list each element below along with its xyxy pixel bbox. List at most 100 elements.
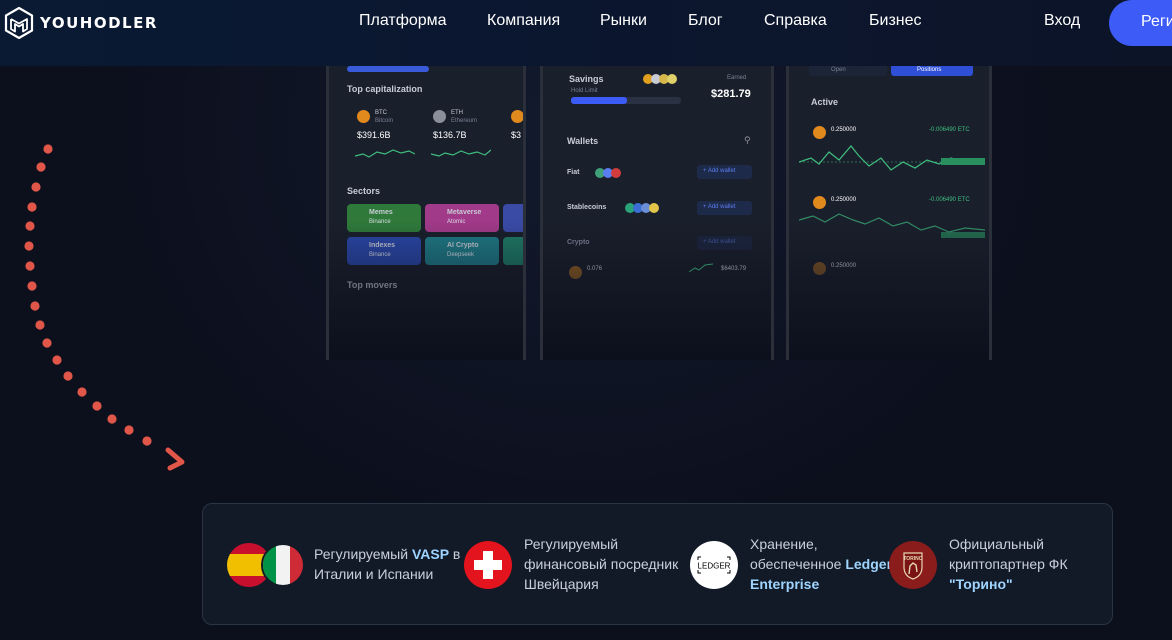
badge-ledger-text: Хранение, обеспеченное Ledger Enterprise (750, 534, 892, 594)
trade-amount: 0.250000 (831, 127, 857, 133)
btc-coin-icon (357, 110, 370, 123)
eth-sub: Ethereum (451, 118, 478, 124)
trade-change: -0.006490 ETC (929, 197, 970, 203)
nav-item-blog[interactable]: Блог (688, 12, 723, 30)
badge-text-line: Италии и Испании (314, 566, 434, 582)
badge-text-line: финансовый посредник (524, 556, 679, 572)
sector-metaverse[interactable]: Metaverse Atomic (425, 204, 499, 232)
badge-text-line: криптопартнер ФК (949, 556, 1068, 572)
hold-limit-label: Hold Limit (571, 88, 598, 94)
sector-name: AI Crypto (447, 242, 479, 249)
badge-text-line: Регулируемый (524, 536, 619, 552)
trade-amount: 0.250000 (831, 263, 857, 269)
sector-indexes[interactable]: Indexes Binance (347, 237, 421, 265)
nav-item-company[interactable]: Компания (487, 12, 560, 30)
badge-swiss-text: Регулируемый финансовый посредник Швейца… (524, 534, 678, 594)
coin-icon (611, 168, 621, 178)
crypto-amount: 0.076 (587, 266, 603, 272)
add-stablecoin-wallet-button[interactable]: + Add wallet (697, 201, 752, 215)
add-crypto-wallet-button[interactable]: + Add wallet (697, 236, 752, 250)
sector-sub: Binance (369, 252, 391, 258)
torino-fc-logo-icon: TORINO (889, 541, 937, 589)
badge-text-line: Швейцария (524, 576, 599, 592)
phone-mockup-wallets: Savings Earned Hold Limit $281.79 Wallet… (540, 40, 774, 360)
nav-item-markets[interactable]: Рынки (600, 12, 647, 30)
sector-name: Memes (369, 209, 393, 216)
savings-value: $281.79 (711, 88, 751, 100)
eth-sparkline (431, 149, 491, 157)
sector-partial[interactable] (503, 204, 523, 232)
phone-mockup-markets: Top capitalization BTC Bitcoin $391.6B E… (326, 40, 526, 360)
btc-coin-icon (813, 126, 826, 139)
swiss-cross-icon (464, 541, 512, 589)
crypto-label: Crypto (567, 239, 590, 246)
page: YOUHODLER Платформа Компания Рынки Блог … (0, 0, 1172, 640)
trade-change: -0.006490 ETC (929, 127, 970, 133)
nav-item-platform[interactable]: Платформа (359, 12, 447, 30)
badge-ledger: LEDGER Хранение, обеспеченное Ledger Ent… (690, 534, 892, 596)
badge-highlight: VASP (411, 546, 450, 562)
btc-cap-value: $391.6B (357, 130, 391, 140)
top-navbar: YOUHODLER Платформа Компания Рынки Блог … (0, 0, 1172, 66)
add-fiat-wallet-button[interactable]: + Add wallet (697, 165, 752, 179)
sector-name: Indexes (369, 242, 396, 249)
earned-label: Earned (727, 75, 747, 81)
nav-item-business[interactable]: Бизнес (869, 12, 922, 30)
brand-logo[interactable]: YOUHODLER (4, 7, 158, 39)
register-button[interactable]: Регистрация (1109, 0, 1172, 46)
trust-badges-panel: Регулируемый VASP в Италии и Испании Рег… (202, 503, 1113, 625)
eth-cap-value: $136.7B (433, 130, 467, 140)
badge-text-line: Хранение, (750, 536, 818, 552)
active-heading: Active (811, 97, 839, 107)
login-link[interactable]: Вход (1044, 12, 1080, 30)
sector-sub: Binance (369, 219, 391, 225)
stablecoins-label: Stablecoins (567, 204, 607, 211)
wallets-heading: Wallets (567, 136, 599, 146)
italy-flag-icon (261, 543, 305, 587)
badge-swiss: Регулируемый финансовый посредник Швейца… (464, 534, 684, 596)
sectors-heading: Sectors (347, 186, 381, 196)
btc-coin-icon (569, 266, 582, 279)
coin-icon (511, 110, 523, 123)
sector-sub: Deepseek (447, 252, 475, 258)
btc-ticker: BTC (375, 110, 387, 116)
badge-highlight: Ledger (845, 556, 893, 572)
badge-highlight: Enterprise (750, 576, 820, 592)
active-tab-indicator (347, 66, 429, 72)
ledger-logo-text: LEDGER (698, 562, 731, 571)
badge-highlight: "Торино" (949, 576, 1013, 592)
dotted-arrow-decoration (24, 144, 185, 471)
sector-partial-2[interactable] (503, 237, 523, 265)
nav-item-help[interactable]: Справка (764, 12, 827, 30)
badge-vasp-text: Регулируемый VASP в Италии и Испании (314, 544, 460, 584)
sector-ai-crypto[interactable]: AI Crypto Deepseek (425, 237, 499, 265)
top-movers-heading: Top movers (347, 280, 398, 290)
btc-coin-icon (813, 262, 826, 275)
tab-label: Positions (917, 67, 942, 73)
fiat-label: Fiat (567, 169, 580, 176)
brand-name: YOUHODLER (40, 14, 158, 32)
search-icon[interactable]: ⚲ (744, 135, 751, 146)
crypto-value: $6403.79 (721, 266, 747, 272)
torino-crest: TORINO (903, 552, 923, 580)
phone-mockup-trades: Open Positions Active 0.250000 -0.006490… (786, 40, 992, 360)
tab-label: Open (831, 67, 846, 73)
sector-sub: Atomic (447, 219, 466, 225)
savings-label: Savings (569, 74, 604, 84)
eth-coin-icon (433, 110, 446, 123)
top-cap-heading: Top capitalization (347, 84, 423, 94)
badge-text-part: Регулируемый (314, 546, 412, 562)
badge-text-line: Официальный (949, 536, 1044, 552)
btc-sparkline (355, 149, 415, 158)
sector-memes[interactable]: Memes Binance (347, 204, 421, 232)
torino-logo-text: TORINO (903, 556, 922, 562)
ledger-logo-icon: LEDGER (690, 541, 738, 589)
btc-sub: Bitcoin (375, 118, 394, 124)
badge-vasp: Регулируемый VASP в Италии и Испании (227, 534, 460, 596)
trade-chart-2 (799, 213, 985, 238)
crypto-sparkline (689, 263, 713, 273)
trade-chart-1 (799, 145, 985, 171)
youhodler-logo-icon (4, 7, 34, 39)
cap-value-3: $3 (511, 130, 522, 140)
ledger-mark: LEDGER (697, 556, 731, 574)
